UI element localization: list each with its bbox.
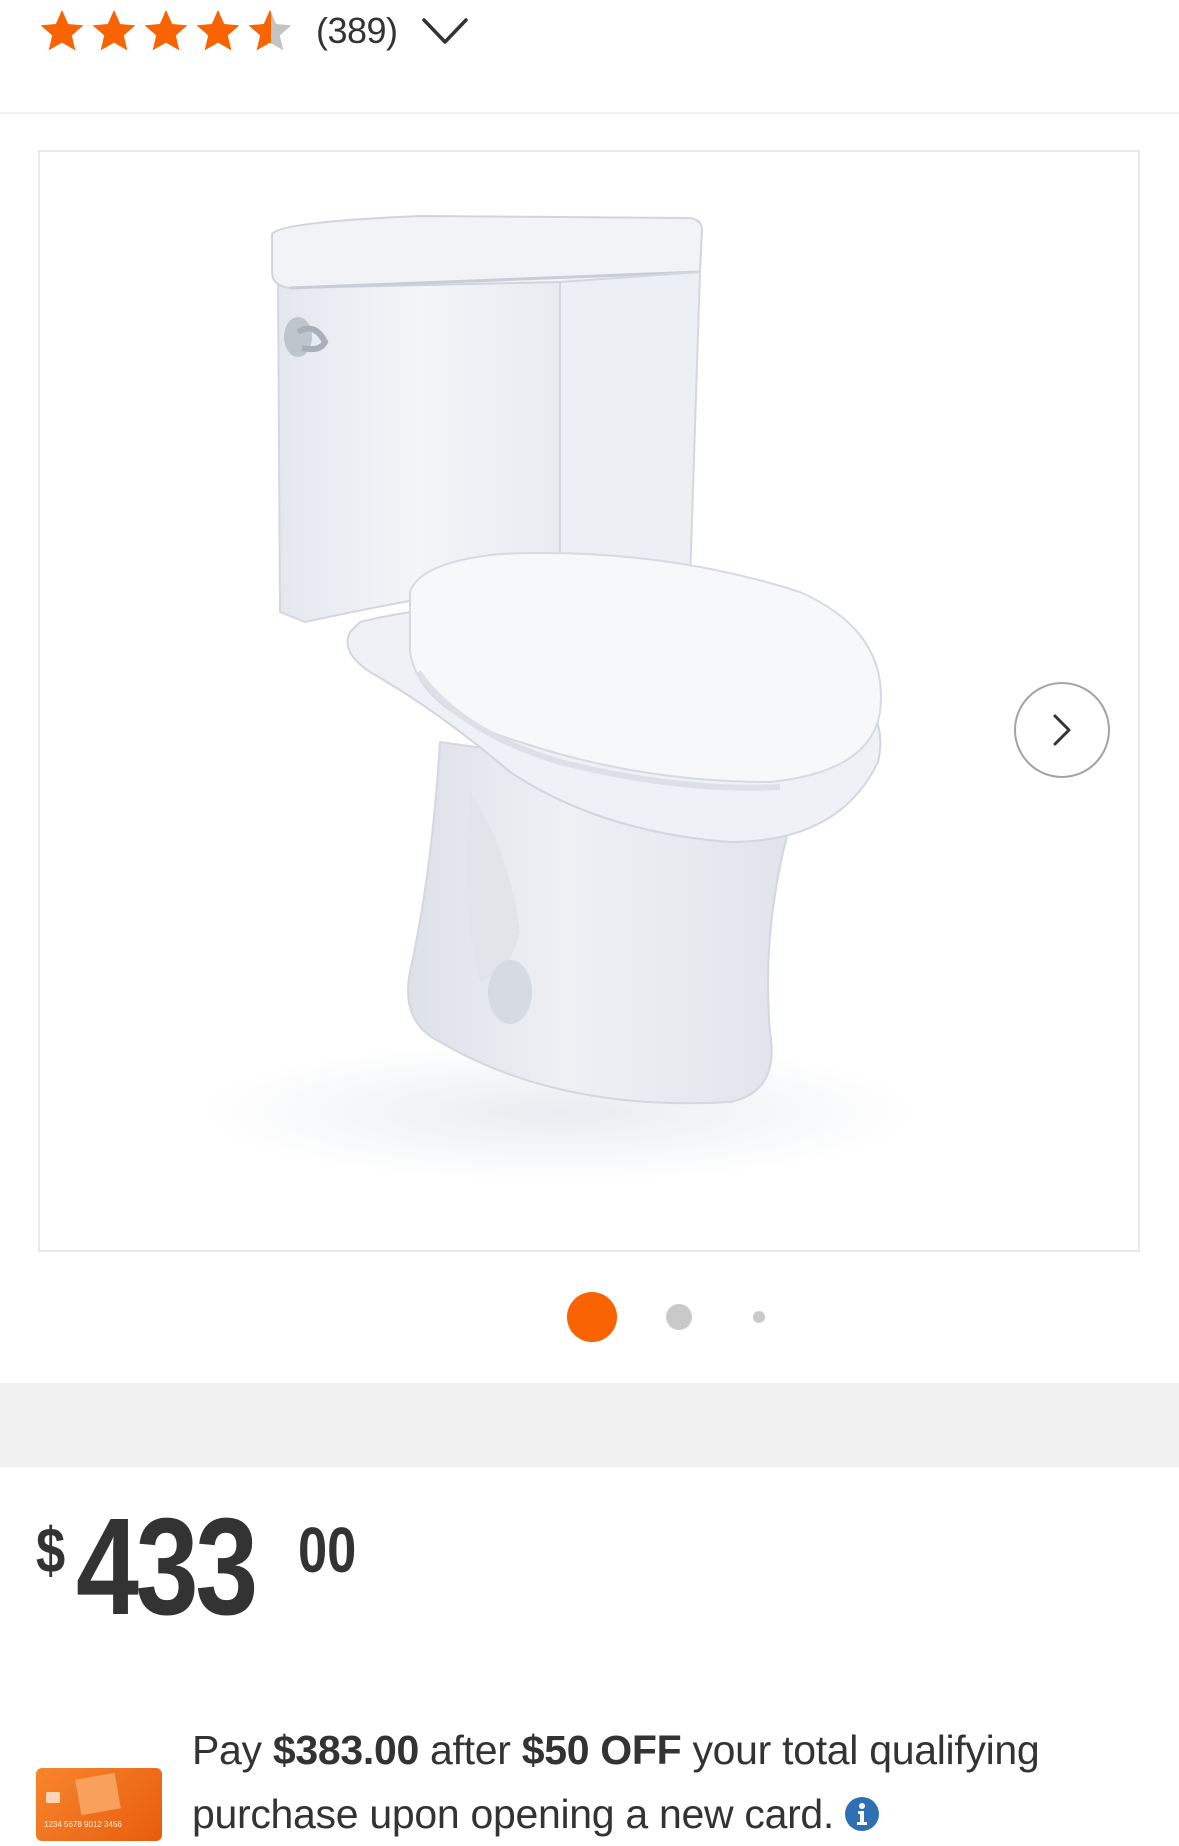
carousel-dots	[0, 1292, 1179, 1342]
info-icon[interactable]	[844, 1796, 880, 1832]
card-number: 1234 5678 9012 3456	[44, 1820, 122, 1829]
section-separator	[0, 1383, 1179, 1467]
product-image	[200, 214, 920, 1182]
star-icon	[40, 10, 84, 51]
promo-amount: $383.00	[272, 1727, 419, 1773]
carousel-dot-active[interactable]	[567, 1292, 617, 1342]
star-icon	[196, 10, 240, 51]
promo-text-1: Pay	[192, 1727, 273, 1773]
product-image-frame[interactable]	[38, 150, 1140, 1252]
rating-stars	[38, 7, 294, 55]
review-count[interactable]: (389)	[316, 10, 398, 52]
star-icon	[144, 10, 188, 51]
carousel-dot[interactable]	[753, 1311, 765, 1323]
rating-row[interactable]: (389)	[38, 6, 470, 56]
brand-logo	[75, 1772, 121, 1816]
half-star-icon	[248, 10, 292, 51]
price-currency: $	[36, 1514, 66, 1586]
chevron-down-icon[interactable]	[420, 16, 470, 46]
price-dollars: 433	[76, 1490, 258, 1644]
credit-card-image: 1234 5678 9012 3456	[36, 1768, 162, 1841]
divider	[0, 112, 1179, 114]
next-image-button[interactable]	[1014, 682, 1110, 778]
price-cents: 00	[298, 1514, 357, 1586]
star-icon	[92, 10, 136, 51]
card-promo-text: Pay $383.00 after $50 OFF your total qua…	[192, 1718, 1152, 1846]
chevron-right-icon	[1053, 714, 1071, 746]
promo-text-2: after	[418, 1727, 522, 1773]
promo-discount: $50 OFF	[521, 1727, 682, 1773]
card-chip	[46, 1792, 60, 1803]
carousel-dot[interactable]	[666, 1304, 692, 1330]
